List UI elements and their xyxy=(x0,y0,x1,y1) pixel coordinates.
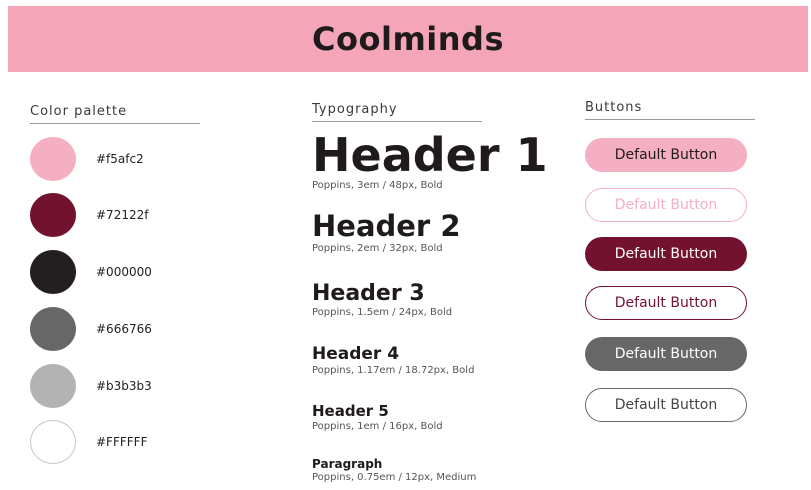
typography-sample: Header 4 Poppins, 1.17em / 18.72px, Bold xyxy=(312,344,475,377)
color-swatch-white xyxy=(30,420,76,464)
font-spec: Poppins, 1.5em / 24px, Bold xyxy=(312,307,453,318)
header-4-sample: Header 4 xyxy=(312,344,400,364)
buttons-heading: Buttons xyxy=(585,100,755,120)
hex-label: #72122f xyxy=(96,208,149,222)
default-button-pink-outline[interactable]: Default Button xyxy=(585,188,747,222)
hex-label: #666766 xyxy=(96,322,152,336)
typography-sample: Header 5 Poppins, 1em / 16px, Bold xyxy=(312,402,443,433)
palette-item: #FFFFFF xyxy=(30,420,230,464)
palette-item: #000000 xyxy=(30,250,230,294)
palette-item: #b3b3b3 xyxy=(30,364,230,408)
color-swatch-light-gray xyxy=(30,364,76,408)
header-5-sample: Header 5 xyxy=(312,402,389,420)
default-button-burgundy-outline[interactable]: Default Button xyxy=(585,286,747,320)
color-swatch-black xyxy=(30,250,76,294)
typography-sample: Header 1 Poppins, 3em / 48px, Bold xyxy=(312,132,548,191)
header-3-sample: Header 3 xyxy=(312,281,425,306)
color-palette-heading: Color palette xyxy=(30,104,200,124)
default-button-gray-outline[interactable]: Default Button xyxy=(585,388,747,422)
typography-sample: Paragraph Poppins, 0.75em / 12px, Medium xyxy=(312,458,476,483)
typography-heading: Typography xyxy=(312,102,482,122)
typography-sample: Header 3 Poppins, 1.5em / 24px, Bold xyxy=(312,281,453,319)
palette-item: #72122f xyxy=(30,193,230,237)
default-button-pink-filled[interactable]: Default Button xyxy=(585,138,747,172)
hex-label: #000000 xyxy=(96,265,152,279)
default-button-burgundy-filled[interactable]: Default Button xyxy=(585,237,747,271)
color-swatch-pink xyxy=(30,137,76,181)
color-swatch-burgundy xyxy=(30,193,76,237)
paragraph-sample: Paragraph xyxy=(312,457,383,471)
hex-label: #FFFFFF xyxy=(96,435,148,449)
palette-item: #666766 xyxy=(30,307,230,351)
hex-label: #b3b3b3 xyxy=(96,379,152,393)
font-spec: Poppins, 1em / 16px, Bold xyxy=(312,421,443,432)
header-2-sample: Header 2 xyxy=(312,209,461,243)
header-banner: Coolminds xyxy=(8,6,808,72)
color-swatch-dark-gray xyxy=(30,307,76,351)
font-spec: Poppins, 1.17em / 18.72px, Bold xyxy=(312,365,475,376)
palette-item: #f5afc2 xyxy=(30,137,230,181)
page-title: Coolminds xyxy=(312,20,504,58)
default-button-gray-filled[interactable]: Default Button xyxy=(585,337,747,371)
font-spec: Poppins, 0.75em / 12px, Medium xyxy=(312,472,477,483)
font-spec: Poppins, 2em / 32px, Bold xyxy=(312,243,443,254)
typography-sample: Header 2 Poppins, 2em / 32px, Bold xyxy=(312,209,461,255)
hex-label: #f5afc2 xyxy=(96,152,144,166)
header-1-sample: Header 1 xyxy=(312,128,548,182)
